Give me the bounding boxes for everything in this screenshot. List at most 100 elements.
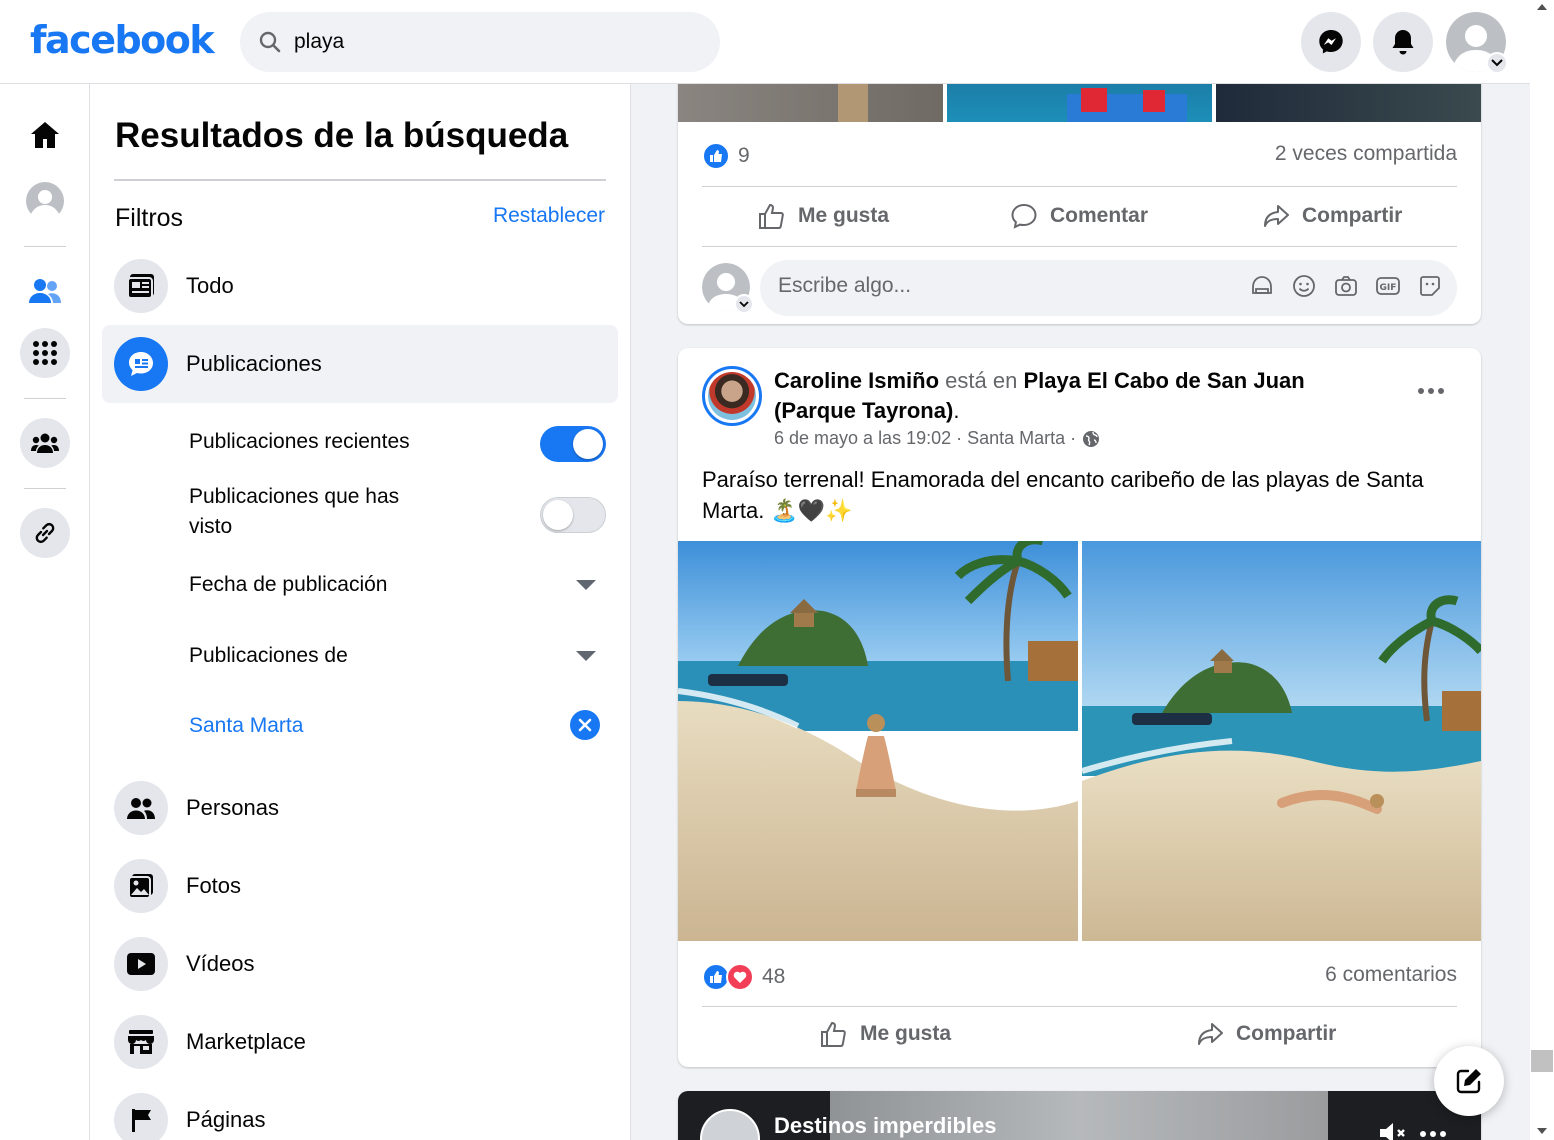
facebook-logo[interactable]: facebook (30, 18, 215, 62)
gif-icon[interactable]: GIF (1375, 273, 1401, 299)
rail-home[interactable] (20, 110, 70, 160)
messenger-button[interactable] (1301, 12, 1361, 72)
filter-people-label: Personas (186, 795, 279, 820)
reaction-icons[interactable] (702, 963, 754, 991)
like-reaction-icon (702, 142, 730, 170)
comment-count[interactable]: 6 comentarios (1325, 963, 1457, 987)
location-filter-santa-marta[interactable]: Santa Marta (189, 711, 303, 741)
chevron-down-icon (739, 300, 749, 307)
recent-posts-toggle[interactable] (540, 426, 606, 462)
avatar-sticker-icon[interactable] (1249, 273, 1275, 299)
post-photo[interactable] (678, 541, 1078, 941)
like-label: Me gusta (798, 204, 890, 227)
posts-from-filter[interactable]: Publicaciones de (189, 641, 348, 671)
share-label: Compartir (1302, 204, 1403, 227)
love-reaction-icon (726, 963, 754, 991)
svg-text:GIF: GIF (1380, 283, 1397, 293)
period: . (953, 398, 960, 423)
reset-filters-link[interactable]: Restablecer (493, 204, 605, 228)
posts-icon (114, 337, 168, 391)
is-at-text: está en (945, 368, 1018, 393)
rail-friends[interactable] (20, 266, 70, 316)
filter-videos-label: Vídeos (186, 951, 255, 976)
chevron-down-icon[interactable] (576, 651, 596, 661)
reaction-count[interactable]: 9 (738, 144, 750, 168)
account-menu-button[interactable] (1486, 52, 1508, 74)
new-message-button[interactable] (1434, 1046, 1504, 1116)
chevron-down-icon[interactable] (576, 580, 596, 590)
seen-posts-label-line2: visto (189, 515, 233, 538)
filter-marketplace-label: Marketplace (186, 1029, 306, 1054)
rail-divider (24, 246, 66, 247)
page-avatar[interactable] (700, 1109, 760, 1140)
search-icon (259, 31, 281, 53)
scrollbar-thumb[interactable] (1531, 1050, 1553, 1072)
rail-links[interactable] (20, 508, 70, 558)
notifications-button[interactable] (1373, 12, 1433, 72)
filter-photos[interactable]: Fotos (102, 847, 618, 925)
share-icon (1264, 205, 1289, 227)
divider (702, 186, 1457, 187)
thumbs-up-icon (821, 1021, 846, 1047)
filter-posts-label: Publicaciones (186, 351, 322, 376)
date-posted-filter[interactable]: Fecha de publicación (189, 570, 387, 600)
video-play-icon (114, 937, 168, 991)
author-avatar[interactable] (702, 366, 762, 426)
commenter-switch-button[interactable] (734, 294, 754, 314)
share-button[interactable]: Compartir (1262, 202, 1402, 230)
messenger-icon (1319, 30, 1343, 54)
like-button[interactable]: Me gusta (820, 1020, 951, 1048)
scroll-up-arrow[interactable] (1537, 4, 1547, 10)
remove-location-button[interactable] (570, 710, 600, 740)
page-scrollbar[interactable] (1530, 0, 1554, 1140)
post-photo[interactable] (678, 84, 943, 122)
groups-icon (31, 433, 59, 453)
recent-posts-label: Publicaciones recientes (189, 430, 410, 453)
video-title[interactable]: Destinos imperdibles (774, 1113, 997, 1139)
author-name[interactable]: Caroline Ismiño (774, 368, 939, 393)
thumbs-up-icon (759, 203, 784, 229)
post-photo[interactable] (947, 84, 1212, 122)
filter-all[interactable]: Todo (102, 247, 618, 325)
filter-photos-label: Fotos (186, 873, 242, 898)
search-input[interactable] (294, 26, 694, 58)
video-post-card[interactable]: Destinos imperdibles (678, 1091, 1481, 1140)
chevron-down-icon (1491, 59, 1503, 67)
filter-all-label: Todo (186, 273, 234, 298)
beach-photo (1082, 541, 1481, 941)
share-button[interactable]: Compartir (1196, 1020, 1336, 1048)
seen-posts-toggle[interactable] (540, 497, 606, 533)
post-timestamp[interactable]: 6 de mayo a las 19:02 · Santa Marta · (774, 428, 1076, 449)
bell-icon (1392, 30, 1414, 55)
sticker-icon[interactable] (1417, 273, 1443, 299)
people-icon (114, 781, 168, 835)
rail-menu[interactable] (20, 328, 70, 378)
share-icon (1198, 1023, 1223, 1045)
filter-people[interactable]: Personas (102, 769, 618, 847)
like-button[interactable]: Me gusta (758, 202, 889, 230)
more-dots-icon (1418, 388, 1424, 394)
filter-posts[interactable]: Publicaciones (102, 325, 618, 403)
filter-videos[interactable]: Vídeos (102, 925, 618, 1003)
scroll-down-arrow[interactable] (1537, 1128, 1547, 1134)
divider (702, 246, 1457, 247)
filter-pages[interactable]: Páginas (102, 1081, 618, 1140)
filter-marketplace[interactable]: Marketplace (102, 1003, 618, 1081)
more-dots-icon (1428, 388, 1434, 394)
rail-profile[interactable] (20, 176, 70, 226)
post-options-button[interactable] (1418, 388, 1444, 394)
search-box[interactable] (240, 12, 720, 72)
rail-groups[interactable] (20, 418, 70, 468)
video-options-button[interactable] (1420, 1131, 1446, 1137)
mute-icon[interactable] (1378, 1121, 1408, 1140)
post-photo[interactable] (1082, 541, 1481, 941)
emoji-icon[interactable] (1291, 273, 1317, 299)
reaction-count[interactable]: 48 (762, 965, 785, 989)
comment-composer[interactable]: Escribe algo... GIF (760, 260, 1457, 316)
post-photo[interactable] (1216, 84, 1481, 122)
share-count[interactable]: 2 veces compartida (1275, 142, 1457, 166)
comment-button[interactable]: Comentar (1010, 202, 1148, 230)
camera-icon[interactable] (1333, 273, 1359, 299)
left-nav-rail (0, 84, 90, 1140)
all-results-icon (114, 259, 168, 313)
